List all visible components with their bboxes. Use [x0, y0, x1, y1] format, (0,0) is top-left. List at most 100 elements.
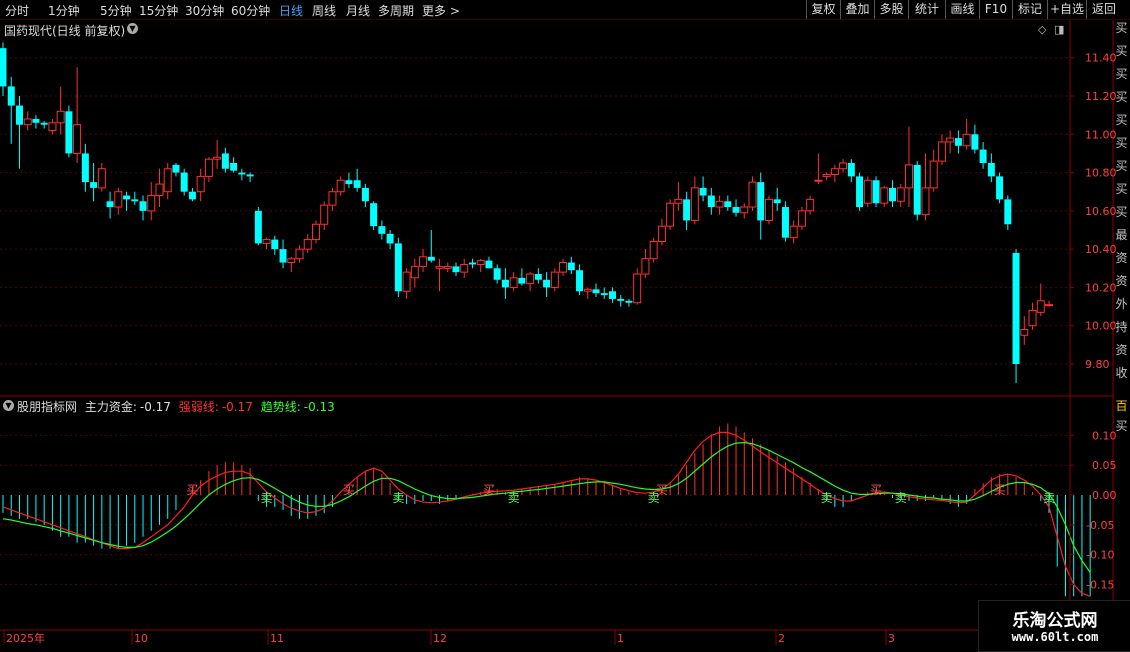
candle-body: [378, 226, 386, 234]
candle-body: [56, 110, 65, 124]
indicator-tick-label: 0.00: [1092, 489, 1117, 502]
candle-body: [946, 137, 955, 143]
candle-body: [748, 181, 757, 208]
date-tick-label: 2: [778, 632, 785, 645]
price-tick-label: 11.40: [1085, 52, 1117, 65]
candle-body: [896, 187, 905, 202]
candle-body: [336, 179, 345, 193]
chart-axes: 11.4011.2011.0010.8010.6010.4010.2010.00…: [0, 20, 1117, 650]
side-char: 最: [1115, 228, 1128, 242]
candle-body: [1020, 329, 1029, 336]
indicator-tick-label: -0.05: [1086, 519, 1114, 532]
candle-body: [979, 149, 987, 163]
candle-body: [559, 262, 568, 273]
candle-body: [1045, 304, 1053, 307]
candle-body: [822, 173, 831, 177]
date-tick-label: 12: [433, 632, 447, 645]
indicator-chevron-down-icon[interactable]: ▼: [3, 400, 14, 411]
side-char: 买: [1115, 419, 1128, 433]
candle-body: [715, 200, 724, 208]
candle-body: [155, 183, 164, 197]
candle-body: [617, 298, 625, 301]
candle-body: [954, 138, 962, 146]
candle-body: [789, 225, 798, 239]
candle-body: [254, 210, 262, 244]
candle-body: [649, 240, 658, 260]
price-tick-label: 10.40: [1085, 243, 1117, 256]
candle-body: [81, 153, 89, 183]
candle-body: [271, 239, 279, 250]
candle-body: [188, 191, 196, 200]
watermark: 乐淘公式网 www.60lt.com: [978, 600, 1130, 652]
candle-body: [683, 199, 691, 221]
candle-body: [600, 293, 608, 296]
candle-body: [311, 223, 320, 241]
candle-body: [913, 164, 921, 215]
chevron-down-icon[interactable]: ▼: [127, 23, 138, 34]
panel-toggle-icon[interactable]: ◨: [1054, 23, 1064, 36]
candle-body: [361, 187, 369, 202]
candle-body: [238, 172, 246, 175]
candle-body: [345, 180, 353, 185]
candle-body: [847, 163, 855, 177]
candle-body: [904, 164, 913, 189]
candle-body: [468, 262, 476, 265]
candle-body: [526, 273, 535, 285]
candle-body: [1028, 309, 1037, 327]
side-char: 买: [1115, 136, 1128, 150]
candle-body: [625, 300, 633, 303]
candle-body: [657, 225, 666, 242]
candle-body: [163, 168, 172, 193]
candle-body: [550, 271, 559, 288]
price-tick-label: 11.00: [1085, 128, 1117, 141]
candle-body: [230, 163, 238, 171]
buy-signal: 买: [656, 483, 668, 497]
candle-body: [921, 187, 930, 216]
candle-body: [410, 265, 419, 279]
candle-body: [73, 124, 82, 154]
candle-body: [427, 256, 435, 261]
candle-body: [295, 248, 304, 260]
indicator-tick-label: -0.15: [1086, 578, 1114, 591]
side-char: 买: [1115, 113, 1128, 127]
candle-body: [608, 291, 616, 299]
candle-body: [386, 233, 394, 244]
candle-body: [814, 179, 823, 182]
date-tick-label: 1: [617, 632, 624, 645]
price-tick-label: 11.20: [1085, 90, 1117, 103]
indicator-name[interactable]: 股朋指标网: [17, 400, 77, 414]
candle-body: [996, 176, 1004, 200]
candle-body: [394, 243, 402, 292]
diamond-icon[interactable]: ◇: [1038, 23, 1046, 36]
strong-line: [2, 431, 1091, 597]
price-tick-label: 10.60: [1085, 205, 1117, 218]
candle-body: [443, 265, 452, 269]
price-tick-label: 10.20: [1085, 281, 1117, 294]
candle-body: [370, 203, 378, 227]
candle-body: [839, 162, 848, 170]
candle-body: [773, 199, 781, 204]
candle-body: [1012, 252, 1020, 364]
buy-signal: 买: [343, 483, 355, 497]
candle-body: [592, 289, 600, 294]
candle-body: [666, 202, 675, 227]
chart-grid: [0, 57, 1070, 585]
side-char: 买: [1115, 21, 1128, 35]
candle-body: [15, 105, 23, 125]
side-info-strip: 买 买 买 买 买 买 买 买 买 最 资 资 外 持 资 收: [1113, 20, 1130, 398]
candle-body: [534, 274, 542, 280]
candle-body: [131, 199, 139, 202]
trend-line-label: 趋势线:: [260, 400, 301, 414]
buy-signal: 买: [186, 483, 198, 497]
candle-body: [518, 277, 526, 284]
candle-body: [863, 179, 872, 204]
candle-body: [707, 195, 715, 208]
candle-body: [246, 174, 254, 177]
sell-signal: 卖: [508, 491, 520, 505]
candle-body: [764, 198, 773, 221]
candle-body: [699, 187, 707, 196]
candle-body: [279, 249, 287, 263]
candle-body: [493, 268, 501, 280]
side-char: 买: [1115, 44, 1128, 58]
main-fund-label: 主力资金:: [84, 400, 137, 414]
